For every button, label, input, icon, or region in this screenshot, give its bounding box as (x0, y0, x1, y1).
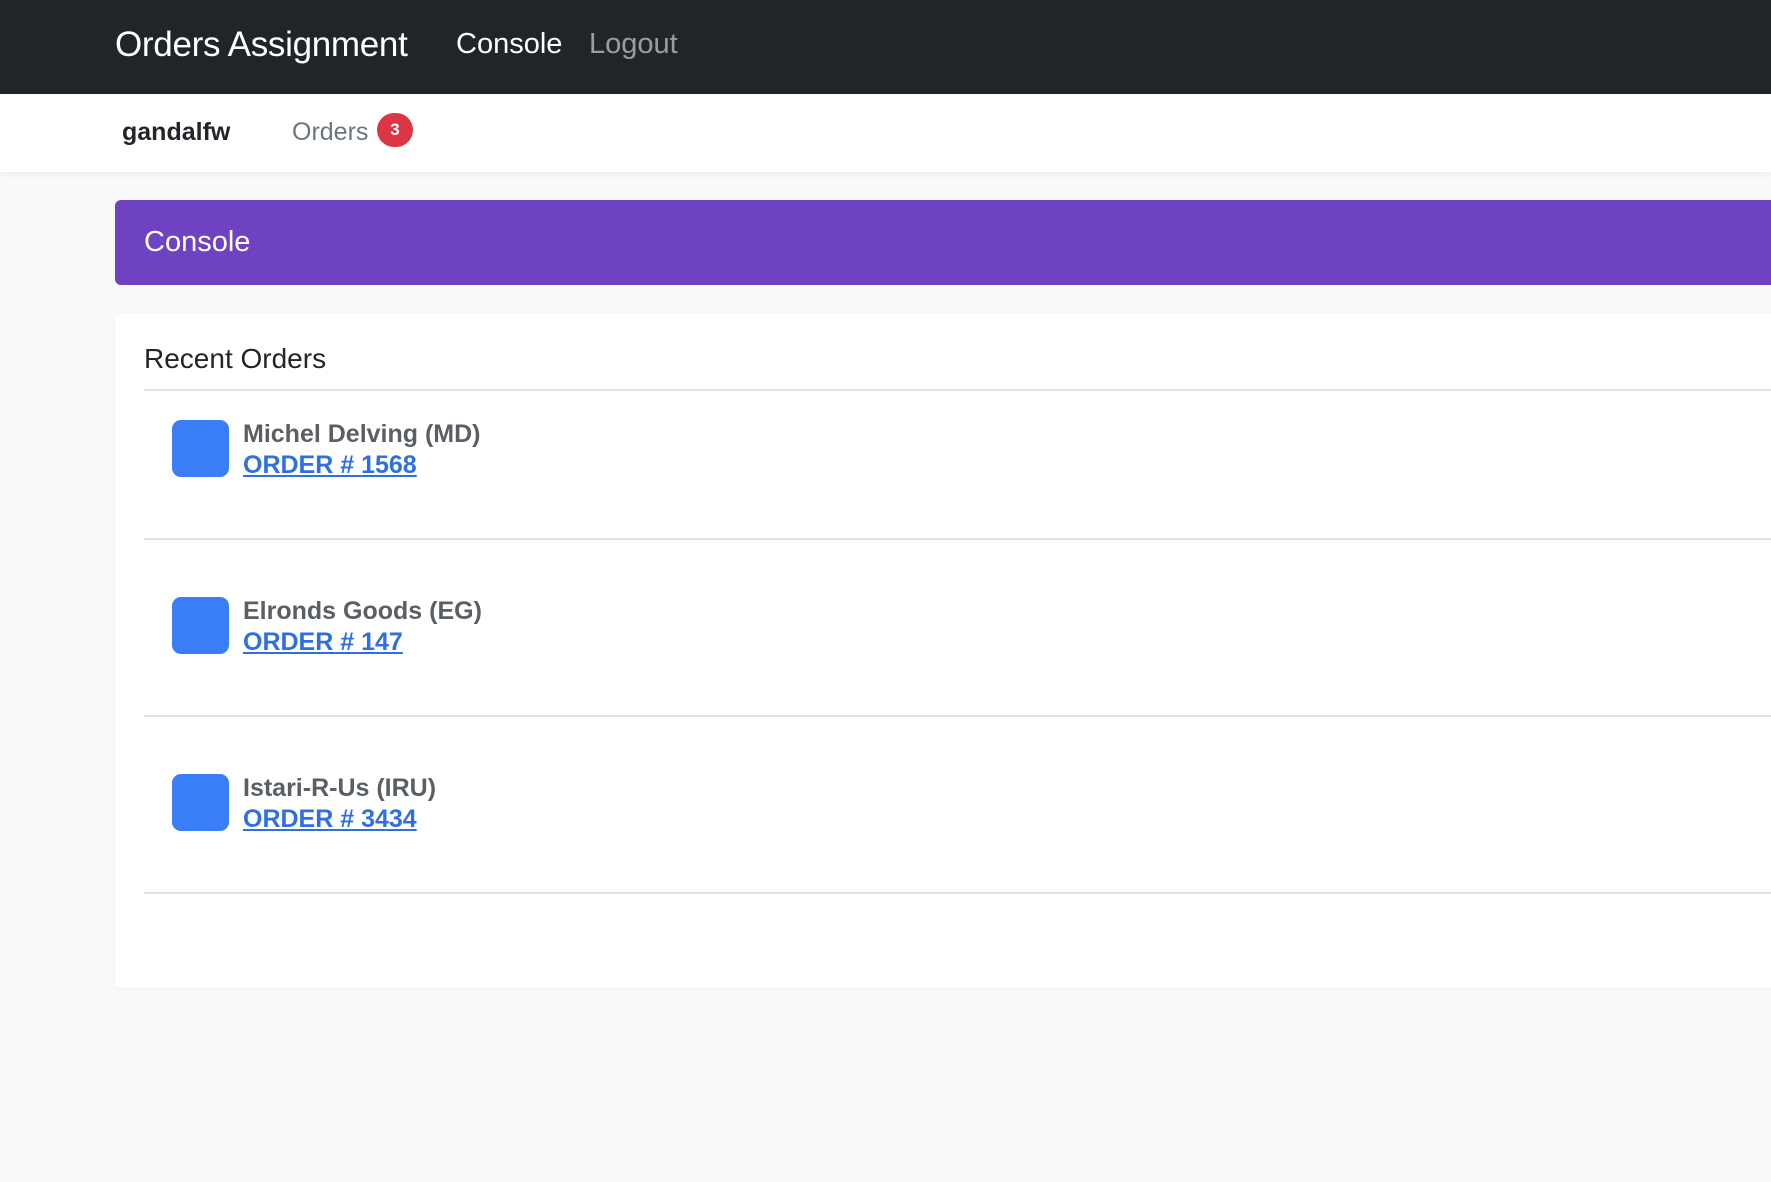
divider (144, 538, 1771, 540)
customer-avatar (172, 774, 229, 831)
customer-name: Istari-R-Us (IRU) (243, 774, 437, 802)
order-link[interactable]: ORDER # 147 (243, 628, 403, 657)
nav-console-link[interactable]: Console (456, 28, 562, 61)
console-banner-title: Console (144, 226, 251, 258)
orders-count-badge: 3 (377, 113, 413, 147)
list-item: Elronds Goods (EG) ORDER # 147 (144, 597, 1771, 697)
list-item: Michel Delving (MD) ORDER # 1568 (144, 420, 1771, 520)
customer-avatar (172, 597, 229, 654)
recent-orders-card: Recent Orders Michel Delving (MD) ORDER … (115, 313, 1771, 988)
divider (144, 892, 1771, 894)
customer-name: Michel Delving (MD) (243, 420, 481, 448)
order-link[interactable]: ORDER # 1568 (243, 451, 417, 480)
list-item: Istari-R-Us (IRU) ORDER # 3434 (144, 774, 1771, 874)
divider (144, 389, 1771, 391)
sub-navbar: gandalfw Orders 3 (0, 94, 1771, 172)
nav-logout-link[interactable]: Logout (589, 28, 678, 61)
order-link[interactable]: ORDER # 3434 (243, 805, 417, 834)
console-banner: Console (115, 200, 1771, 285)
divider (144, 715, 1771, 717)
customer-name: Elronds Goods (EG) (243, 597, 482, 625)
top-navbar: Orders Assignment Console Logout (0, 0, 1771, 94)
orders-nav-link[interactable]: Orders (292, 118, 368, 147)
recent-orders-title: Recent Orders (144, 343, 327, 374)
brand-title[interactable]: Orders Assignment (115, 25, 408, 65)
customer-avatar (172, 420, 229, 477)
username-label: gandalfw (122, 118, 231, 146)
